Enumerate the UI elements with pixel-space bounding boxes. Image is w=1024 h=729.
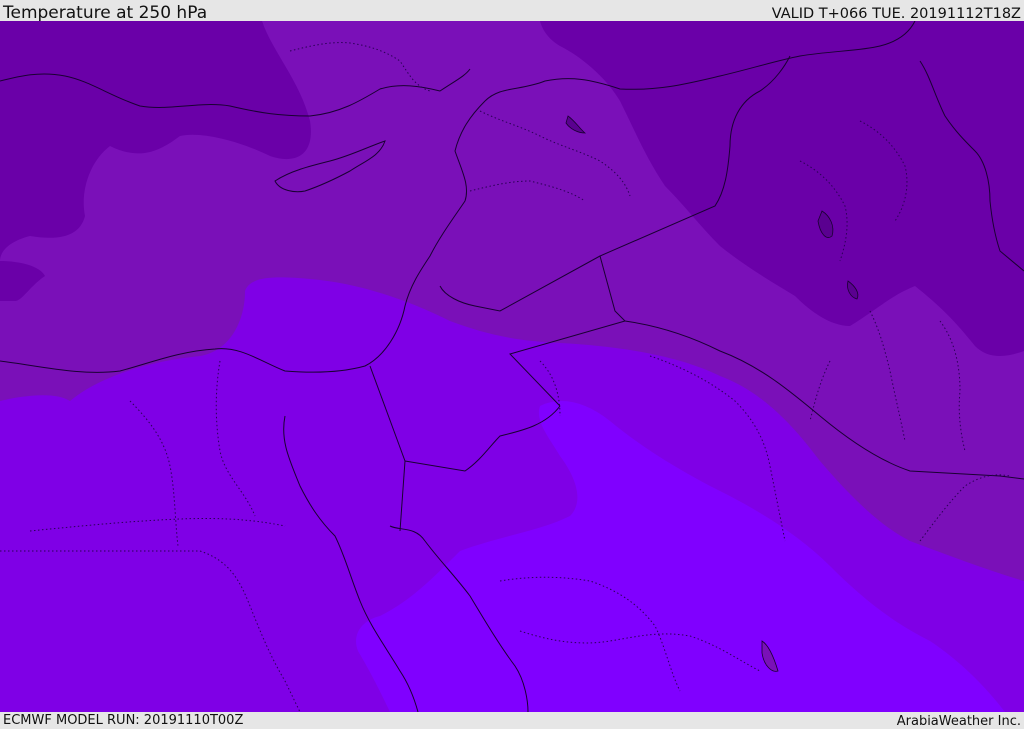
provider-credit: ArabiaWeather Inc.: [896, 714, 1021, 729]
header-bar: Temperature at 250 hPa VALID T+066 TUE. …: [0, 0, 1024, 23]
weather-map-frame: Temperature at 250 hPa VALID T+066 TUE. …: [0, 0, 1024, 729]
map-title: Temperature at 250 hPa: [3, 3, 208, 23]
model-run-label: ECMWF MODEL RUN: 20191110T00Z: [3, 713, 244, 728]
temperature-map: [0, 21, 1024, 712]
map-canvas: [0, 21, 1024, 712]
footer-bar: ECMWF MODEL RUN: 20191110T00Z ArabiaWeat…: [0, 712, 1024, 729]
valid-time-label: VALID T+066 TUE. 20191112T18Z: [771, 6, 1021, 22]
